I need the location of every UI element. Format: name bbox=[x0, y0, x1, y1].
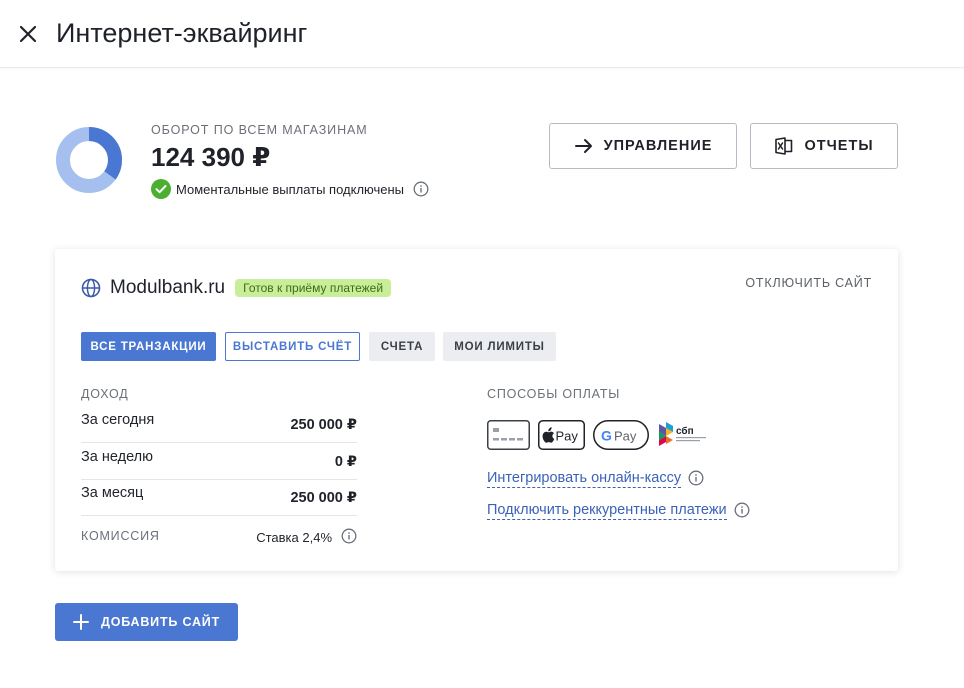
check-circle-icon bbox=[151, 179, 171, 199]
sbp-text: сбп bbox=[676, 425, 694, 437]
manage-button[interactable]: УПРАВЛЕНИЕ bbox=[549, 123, 737, 169]
turnover-donut-chart bbox=[55, 126, 123, 194]
info-icon[interactable] bbox=[734, 502, 750, 518]
income-title: ДОХОД bbox=[81, 387, 129, 401]
site-name[interactable]: Modulbank.ru bbox=[110, 277, 225, 299]
income-row-label: За месяц bbox=[81, 485, 144, 501]
svg-text:G: G bbox=[601, 428, 612, 444]
disable-site-link[interactable]: ОТКЛЮЧИТЬ САЙТ bbox=[745, 276, 872, 290]
turnover-value: 124 390 ₽ bbox=[151, 142, 271, 172]
page-header: Интернет-эквайринг bbox=[0, 0, 964, 68]
recurring-payments-row: Подключить реккурентные платежи bbox=[487, 500, 750, 520]
reports-button-label: ОТЧЕТЫ bbox=[804, 138, 874, 154]
globe-icon bbox=[81, 278, 101, 298]
add-site-button-label: ДОБАВИТЬ САЙТ bbox=[100, 615, 221, 629]
income-row-value: 0 ₽ bbox=[334, 454, 357, 470]
instant-payouts-status: Моментальные выплаты подключены bbox=[151, 179, 429, 199]
income-row-value: 250 000 ₽ bbox=[290, 417, 357, 433]
tab-my-limits[interactable]: МОИ ЛИМИТЫ bbox=[443, 332, 556, 361]
close-icon[interactable] bbox=[16, 22, 40, 46]
card-icon bbox=[487, 420, 530, 450]
info-icon[interactable] bbox=[341, 528, 357, 544]
commission-label: КОМИССИЯ bbox=[81, 529, 160, 543]
integrate-cash-register-link[interactable]: Интегрировать онлайн-кассу bbox=[487, 469, 682, 488]
income-row-today: За сегодня 250 000 ₽ bbox=[81, 406, 357, 443]
tab-issue-invoice[interactable]: ВЫСТАВИТЬ СЧЁТ bbox=[225, 332, 360, 361]
commission-row: КОМИССИЯ Ставка 2,4% bbox=[81, 527, 357, 545]
income-row-label: За неделю bbox=[81, 449, 153, 465]
income-row-value: 250 000 ₽ bbox=[290, 490, 357, 506]
payment-methods-title: СПОСОБЫ ОПЛАТЫ bbox=[487, 387, 621, 401]
apple-pay-icon: Pay bbox=[538, 420, 585, 450]
status-text: Моментальные выплаты подключены bbox=[176, 181, 405, 197]
page-title: Интернет-эквайринг bbox=[56, 18, 308, 48]
commission-rate: Ставка 2,4% bbox=[256, 530, 332, 545]
info-icon[interactable] bbox=[688, 470, 704, 486]
income-row-label: За сегодня bbox=[81, 412, 155, 428]
google-pay-icon: G Pay bbox=[593, 420, 649, 450]
income-row-month: За месяц 250 000 ₽ bbox=[81, 479, 357, 516]
tab-invoices[interactable]: СЧЕТА bbox=[369, 332, 435, 361]
plus-icon bbox=[72, 614, 89, 630]
add-site-button[interactable]: ДОБАВИТЬ САЙТ bbox=[55, 603, 238, 641]
site-card: Modulbank.ru Готов к приёму платежей ОТК… bbox=[55, 249, 898, 571]
turnover-label: ОБОРОТ ПО ВСЕМ МАГАЗИНАМ bbox=[151, 123, 368, 137]
arrow-right-icon bbox=[574, 139, 592, 153]
manage-button-label: УПРАВЛЕНИЕ bbox=[603, 138, 713, 154]
payment-methods: Pay G Pay сбп bbox=[487, 420, 719, 450]
recurring-payments-link[interactable]: Подключить реккурентные платежи bbox=[487, 501, 727, 520]
info-icon[interactable] bbox=[413, 181, 429, 197]
apple-pay-text: Pay bbox=[556, 429, 579, 444]
reports-button[interactable]: ОТЧЕТЫ bbox=[750, 123, 898, 169]
income-row-week: За неделю 0 ₽ bbox=[81, 443, 357, 480]
excel-icon bbox=[775, 137, 793, 155]
integrate-cash-register-row: Интегрировать онлайн-кассу bbox=[487, 468, 704, 488]
google-pay-text: Pay bbox=[614, 429, 637, 444]
sbp-icon: сбп bbox=[659, 422, 706, 446]
site-header: Modulbank.ru Готов к приёму платежей bbox=[81, 277, 392, 299]
tab-all-transactions[interactable]: ВСЕ ТРАНЗАКЦИИ bbox=[81, 332, 216, 361]
status-badge: Готов к приёму платежей bbox=[235, 279, 392, 297]
